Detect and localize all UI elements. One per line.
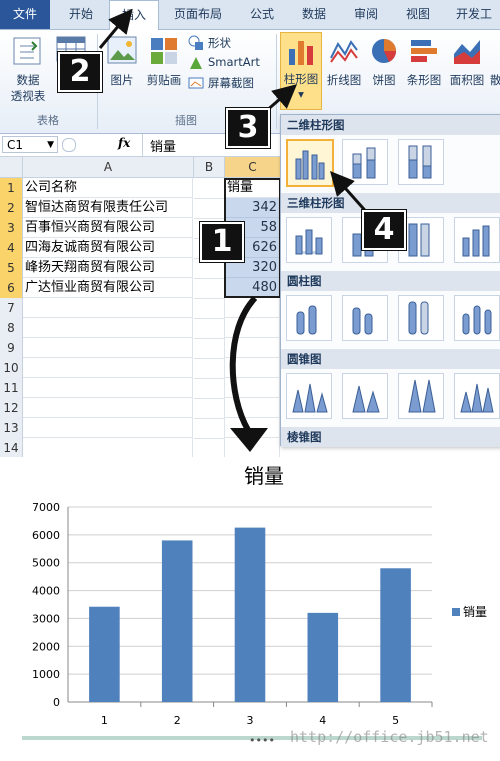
curved-arrow bbox=[229, 295, 258, 432]
x-tick-label: 4 bbox=[319, 714, 326, 727]
x-tick-label: 1 bbox=[101, 714, 108, 727]
column-chart: 销量 0 1000 2000 3000 4000 5000 6000 7000 1 2 3 4 5 销量 ••… bbox=[22, 464, 487, 747]
y-tick-label: 0 bbox=[53, 696, 60, 709]
bar bbox=[234, 527, 266, 702]
y-tick-label: 3000 bbox=[32, 612, 60, 625]
x-tick-label: 2 bbox=[174, 714, 181, 727]
x-tick-label: 3 bbox=[247, 714, 254, 727]
chart-area[interactable]: 销量 0 1000 2000 3000 4000 5000 6000 7000 1 2 3 4 5 销量 ••… bbox=[0, 457, 500, 758]
y-tick-label: 2000 bbox=[32, 640, 60, 653]
bar bbox=[89, 606, 120, 702]
curved-arrow-head bbox=[230, 428, 268, 452]
step-badge-2: 2 bbox=[58, 52, 102, 92]
step-badge-1: 1 bbox=[200, 222, 244, 262]
step-badge-3: 3 bbox=[226, 108, 270, 148]
legend-label: 销量 bbox=[463, 605, 487, 619]
resize-handle-icon: •••• bbox=[249, 734, 275, 747]
arrow-2 bbox=[98, 8, 133, 49]
chart-title: 销量 bbox=[244, 464, 284, 488]
y-tick-label: 6000 bbox=[32, 529, 60, 542]
bar bbox=[380, 568, 411, 702]
legend-swatch bbox=[452, 608, 460, 616]
y-tick-label: 1000 bbox=[32, 668, 60, 681]
bar bbox=[161, 540, 193, 702]
step-badge-4: 4 bbox=[362, 210, 406, 250]
watermark-text: http://office.jb51.net bbox=[290, 728, 489, 746]
y-tick-label: 4000 bbox=[32, 585, 60, 598]
y-tick-label: 5000 bbox=[32, 557, 60, 570]
bar bbox=[307, 612, 339, 702]
y-tick-label: 7000 bbox=[32, 501, 60, 514]
x-tick-label: 5 bbox=[392, 714, 399, 727]
